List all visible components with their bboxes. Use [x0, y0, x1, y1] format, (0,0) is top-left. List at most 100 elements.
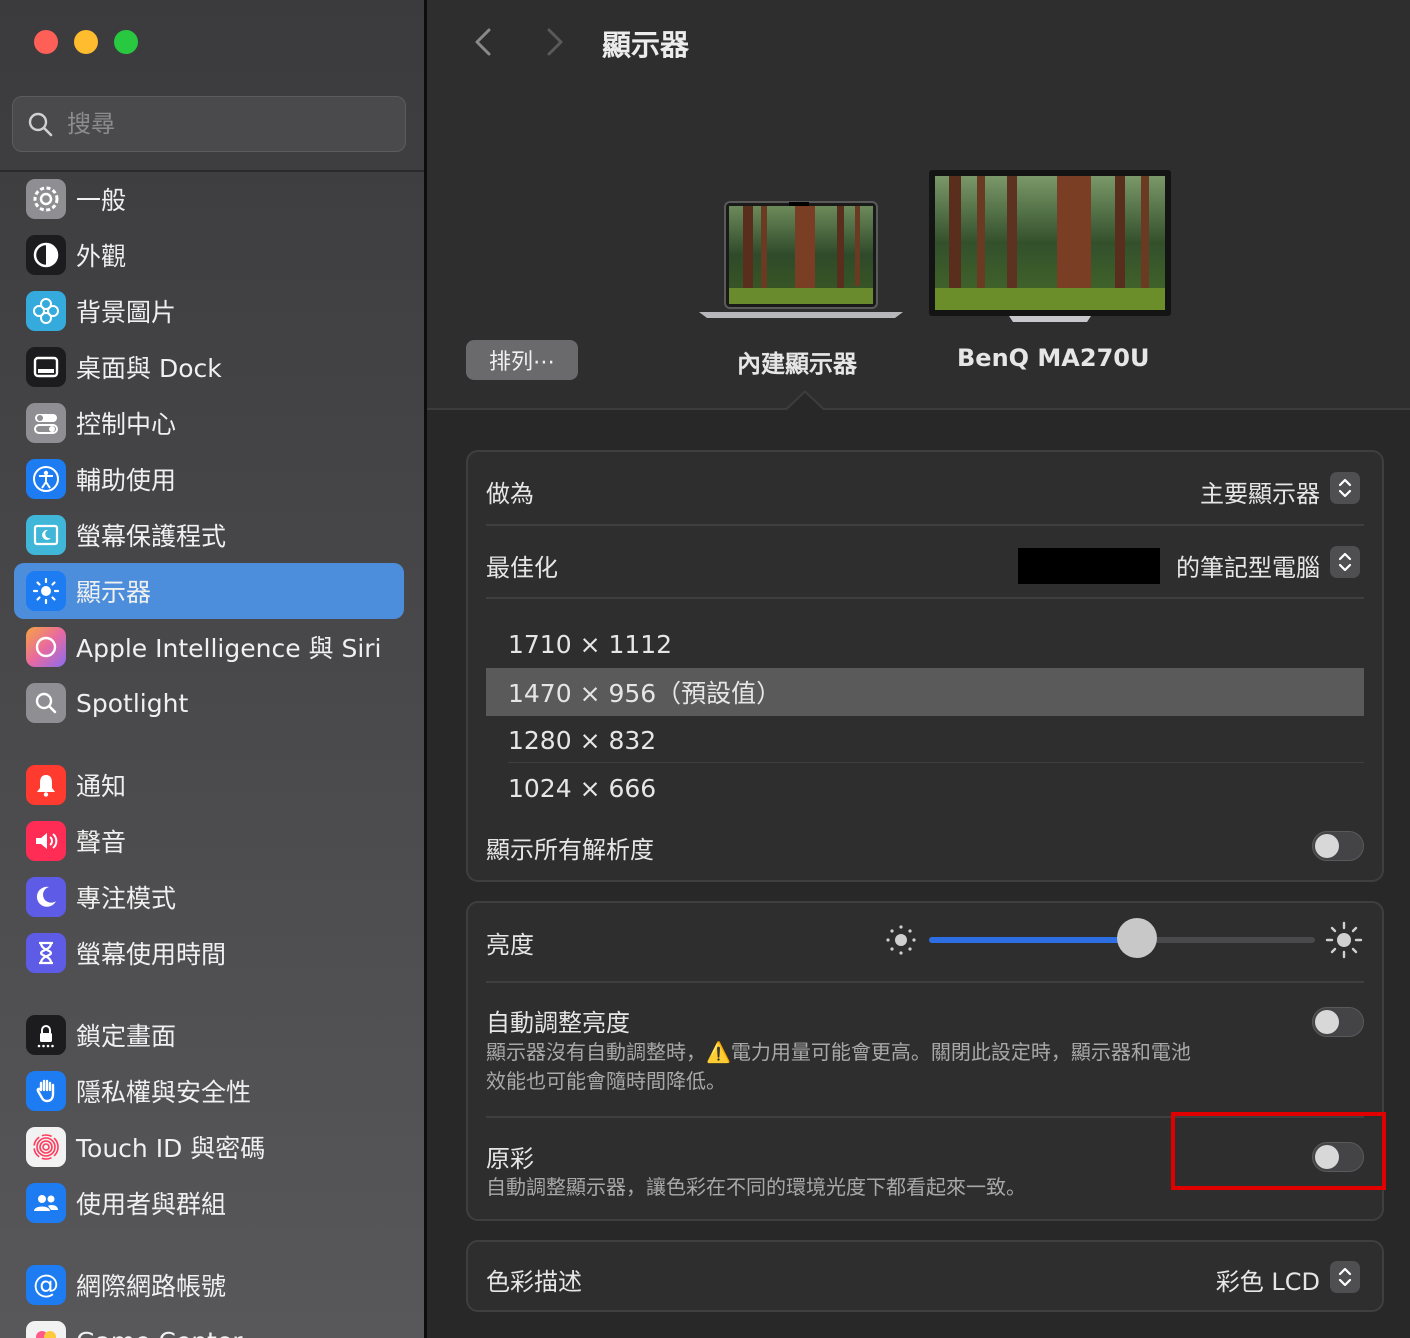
- auto-brightness-label: 自動調整亮度: [486, 1009, 630, 1037]
- show-all-resolutions-toggle[interactable]: [1312, 831, 1364, 861]
- optimize-label: 最佳化: [486, 554, 558, 582]
- use-as-popup[interactable]: 主要顯示器: [1200, 474, 1320, 509]
- sidebar-item-sound[interactable]: 聲音: [14, 813, 404, 869]
- optimize-popup[interactable]: 的筆記型電腦: [1176, 548, 1320, 583]
- toggle-knob: [1315, 834, 1339, 858]
- row-separator: [486, 524, 1364, 526]
- sidebar-item-internet-accounts[interactable]: @ 網際網路帳號: [14, 1257, 404, 1313]
- users-icon: [26, 1183, 66, 1223]
- sidebar-item-accessibility[interactable]: 輔助使用: [14, 451, 404, 507]
- wallpaper-icon: [26, 291, 66, 331]
- sidebar-item-displays[interactable]: 顯示器: [14, 563, 404, 619]
- search-field[interactable]: [12, 96, 406, 152]
- brightness-low-icon: [886, 925, 916, 955]
- color-profile-card: 色彩描述 彩色 LCD: [466, 1240, 1384, 1312]
- speaker-icon: [26, 821, 66, 861]
- sidebar-item-label: 通知: [76, 772, 127, 801]
- toggle-knob: [1315, 1010, 1339, 1034]
- screensaver-icon: [26, 515, 66, 555]
- spotlight-icon: [26, 683, 66, 723]
- chevron-updown-icon[interactable]: [1330, 546, 1360, 578]
- redacted-block: [1018, 548, 1160, 584]
- sidebar-item-label: 背景圖片: [76, 298, 177, 327]
- sidebar-item-users-groups[interactable]: 使用者與群組: [14, 1175, 404, 1231]
- sidebar-item-label: 輔助使用: [76, 466, 177, 495]
- sidebar-item-label: Spotlight: [76, 688, 189, 718]
- sidebar-item-spotlight[interactable]: Spotlight: [14, 675, 404, 731]
- sidebar-item-appearance[interactable]: 外觀: [14, 227, 404, 283]
- resolution-option[interactable]: 1024 × 666: [486, 764, 1364, 812]
- brightness-slider-knob[interactable]: [1117, 918, 1157, 958]
- selected-display-pointer-fill: [787, 393, 823, 410]
- sidebar-item-screensaver[interactable]: 螢幕保護程式: [14, 507, 404, 563]
- window-zoom-button[interactable]: [114, 30, 138, 54]
- sidebar-item-label: Game Center: [76, 1327, 243, 1338]
- arrange-button[interactable]: 排列⋯: [466, 340, 578, 380]
- display-settings-card: 做為 主要顯示器 最佳化 的筆記型電腦 1710 × 1112 1470 × 9…: [466, 450, 1384, 882]
- sidebar-item-label: 顯示器: [76, 578, 152, 607]
- sidebar-item-control-center[interactable]: 控制中心: [14, 395, 404, 451]
- builtin-display-label[interactable]: 內建顯示器: [737, 344, 857, 379]
- lock-icon: [26, 1015, 66, 1055]
- search-input[interactable]: [67, 110, 367, 138]
- sidebar-item-game-center[interactable]: Game Center: [14, 1313, 404, 1338]
- sidebar-item-label: 使用者與群組: [76, 1190, 227, 1219]
- external-display-thumbnail[interactable]: [929, 170, 1171, 326]
- bell-icon: [26, 765, 66, 805]
- sidebar-item-label: 網際網路帳號: [76, 1272, 227, 1301]
- auto-brightness-toggle[interactable]: [1312, 1007, 1364, 1037]
- sidebar-item-privacy[interactable]: 隱私權與安全性: [14, 1063, 404, 1119]
- display-sun-icon: [26, 571, 66, 611]
- fingerprint-icon: [26, 1127, 66, 1167]
- sidebar-item-label: 控制中心: [76, 410, 177, 439]
- resolution-option[interactable]: 1710 × 1112: [486, 620, 1364, 668]
- sidebar-item-label: 外觀: [76, 242, 127, 271]
- show-all-resolutions-label: 顯示所有解析度: [486, 836, 654, 864]
- dock-icon: [26, 347, 66, 387]
- sidebar-item-focus[interactable]: 專注模式: [14, 869, 404, 925]
- brightness-high-icon: [1325, 921, 1363, 959]
- true-tone-label: 原彩: [486, 1145, 534, 1173]
- color-profile-popup[interactable]: 彩色 LCD: [1216, 1262, 1320, 1297]
- sidebar-item-label: 聲音: [76, 828, 127, 857]
- external-display-label[interactable]: BenQ MA270U: [957, 344, 1149, 372]
- chevron-left-icon[interactable]: [465, 22, 505, 62]
- accessibility-icon: [26, 459, 66, 499]
- sidebar-item-touch-id[interactable]: Touch ID 與密碼: [14, 1119, 404, 1175]
- chevron-updown-icon[interactable]: [1330, 472, 1360, 504]
- true-tone-description: 自動調整顯示器，讓色彩在不同的環境光度下都看起來一致。: [486, 1175, 1026, 1199]
- search-icon: [28, 112, 53, 137]
- builtin-display-thumbnail[interactable]: [699, 200, 903, 324]
- gear-icon: [26, 179, 66, 219]
- hourglass-icon: [26, 933, 66, 973]
- chevron-updown-icon[interactable]: [1330, 1261, 1360, 1293]
- moon-icon: [26, 877, 66, 917]
- siri-icon: [26, 627, 66, 667]
- row-separator: [486, 981, 1364, 983]
- sidebar-item-label: 螢幕保護程式: [76, 522, 227, 551]
- hand-icon: [26, 1071, 66, 1111]
- window-close-button[interactable]: [34, 30, 58, 54]
- row-separator: [486, 597, 1364, 599]
- appearance-icon: [26, 235, 66, 275]
- sidebar-item-label: 桌面與 Dock: [76, 354, 222, 383]
- sidebar-item-label: 螢幕使用時間: [76, 940, 227, 969]
- sidebar-item-lock-screen[interactable]: 鎖定畫面: [14, 1007, 404, 1063]
- page-title: 顯示器: [602, 28, 690, 62]
- window-minimize-button[interactable]: [74, 30, 98, 54]
- sidebar-item-desktop-dock[interactable]: 桌面與 Dock: [14, 339, 404, 395]
- sidebar-item-notifications[interactable]: 通知: [14, 757, 404, 813]
- sidebar-item-wallpaper[interactable]: 背景圖片: [14, 283, 404, 339]
- chevron-right-icon[interactable]: [535, 22, 575, 62]
- color-profile-label: 色彩描述: [486, 1268, 582, 1296]
- at-icon: @: [26, 1265, 66, 1305]
- resolution-option[interactable]: 1280 × 832: [486, 716, 1364, 764]
- sidebar-item-screen-time[interactable]: 螢幕使用時間: [14, 925, 404, 981]
- sidebar-item-general[interactable]: 一般: [14, 171, 404, 227]
- sidebar-item-siri[interactable]: Apple Intelligence 與 Siri: [14, 619, 404, 675]
- resolution-option-selected[interactable]: 1470 × 956（預設值）: [486, 668, 1364, 716]
- sidebar: 一般 外觀 背景圖片 桌面與 Dock 控制中心 輔助使用 螢幕保護程式: [0, 0, 424, 1338]
- game-center-icon: [26, 1321, 66, 1338]
- annotation-highlight-box: [1171, 1112, 1386, 1190]
- sidebar-item-label: Touch ID 與密碼: [76, 1134, 266, 1163]
